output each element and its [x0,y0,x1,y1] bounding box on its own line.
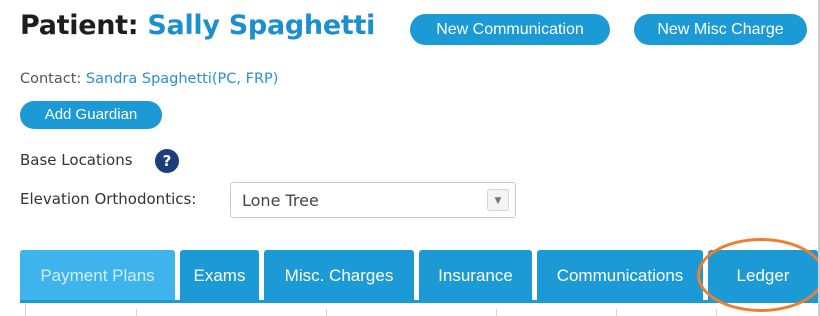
base-locations-label: Base Locations [20,151,133,169]
table-header-row [25,303,820,316]
new-communication-button[interactable]: New Communication [410,14,610,45]
add-guardian-button[interactable]: Add Guardian [20,101,162,129]
location-select[interactable]: Lone Tree ▼ [230,182,516,218]
page-title: Patient: Sally Spaghetti [20,10,375,41]
contact-row: Contact: Sandra Spaghetti(PC, FRP) [20,71,278,87]
tab-ledger[interactable]: Ledger [708,250,818,300]
location-select-label: Elevation Orthodontics: [20,190,197,208]
help-icon[interactable]: ? [155,149,179,173]
location-select-value: Lone Tree [242,191,319,210]
patient-name: Sally Spaghetti [147,10,376,41]
contact-link[interactable]: Sandra Spaghetti(PC, FRP) [86,71,279,87]
tab-payment-plans[interactable]: Payment Plans [20,250,175,300]
dropdown-arrow-icon[interactable]: ▼ [487,189,509,211]
tab-exams[interactable]: Exams [180,250,259,300]
new-misc-charge-button[interactable]: New Misc Charge [634,14,807,45]
contact-label: Contact: [20,71,82,87]
patient-label: Patient: [20,10,139,41]
tab-misc-charges[interactable]: Misc. Charges [264,250,414,300]
tab-communications[interactable]: Communications [537,250,703,300]
tab-insurance[interactable]: Insurance [419,250,532,300]
